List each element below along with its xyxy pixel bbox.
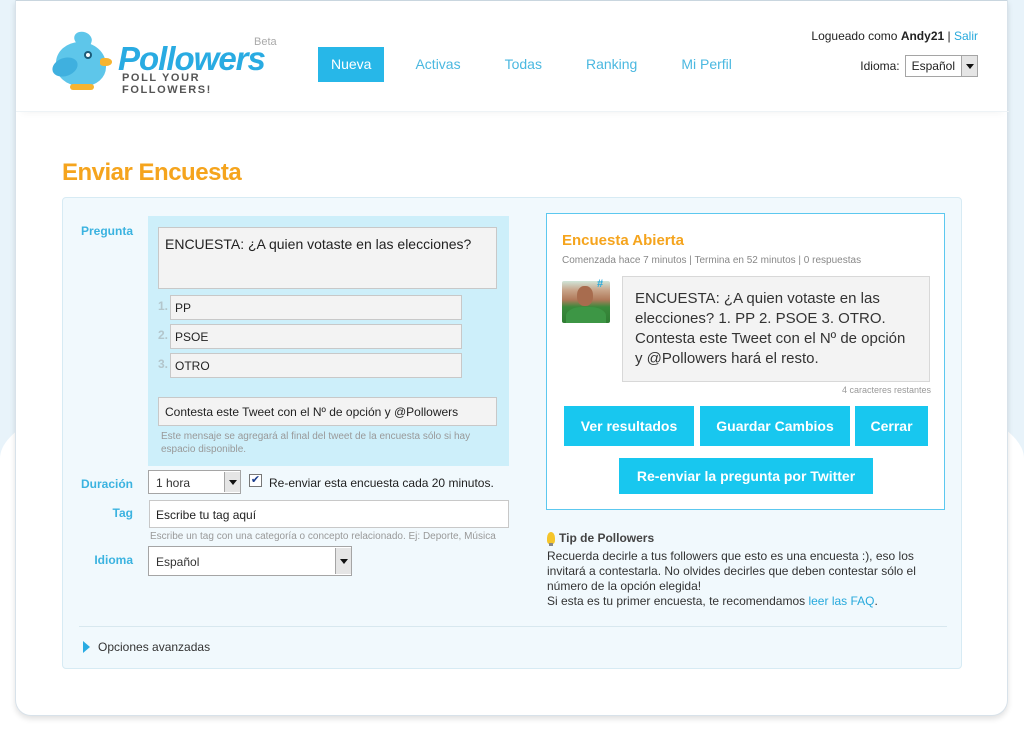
language-select[interactable]: Español <box>148 546 352 576</box>
tweet-preview: ENCUESTA: ¿A quien votaste en las elecci… <box>622 276 930 382</box>
language-field-label: Idioma <box>94 553 133 567</box>
suffix-note: Este mensaje se agregará al final del tw… <box>161 431 471 455</box>
nav-mi-perfil[interactable]: Mi Perfil <box>668 47 745 82</box>
option-number: 1. <box>157 299 168 313</box>
option-number: 2. <box>157 328 168 342</box>
chevron-down-icon <box>224 472 240 492</box>
option-row: 3. OTRO <box>154 353 474 378</box>
tip-title: Tip de Pollowers <box>547 531 655 546</box>
nav-ranking[interactable]: Ranking <box>573 47 650 82</box>
chevron-down-icon <box>961 56 977 76</box>
header-language: Idioma: Español <box>860 55 978 77</box>
nav-nueva[interactable]: Nueva <box>318 47 385 82</box>
advanced-options-toggle[interactable]: Opciones avanzadas <box>83 640 210 654</box>
page-container: Pollowers Beta POLL YOUR FOLLOWERS! Nuev… <box>15 0 1009 716</box>
duration-label: Duración <box>80 477 133 491</box>
question-box: ENCUESTA: ¿A quien votaste en las elecci… <box>148 216 509 466</box>
site-header: Pollowers Beta POLL YOUR FOLLOWERS! Nuev… <box>16 0 1009 112</box>
tip-text: Recuerda decirle a tus followers que est… <box>547 549 916 593</box>
option-row: 2. PSOE <box>154 324 474 349</box>
logo[interactable]: Pollowers Beta POLL YOUR FOLLOWERS! <box>49 26 285 96</box>
header-language-value: Español <box>911 59 955 73</box>
option-input[interactable]: OTRO <box>170 353 462 378</box>
poll-panel: Pregunta ENCUESTA: ¿A quien votaste en l… <box>62 197 962 669</box>
view-results-button[interactable]: Ver resultados <box>564 406 694 446</box>
preview-title: Encuesta Abierta <box>562 232 684 249</box>
logged-prefix: Logueado como <box>811 29 898 43</box>
resend-twitter-button[interactable]: Re-enviar la pregunta por Twitter <box>619 458 873 494</box>
tag-label: Tag <box>112 506 133 520</box>
bird-icon <box>49 26 114 92</box>
save-changes-button[interactable]: Guardar Cambios <box>700 406 850 446</box>
close-button[interactable]: Cerrar <box>855 406 928 446</box>
logout-link[interactable]: Salir <box>954 29 978 43</box>
suffix-input[interactable]: Contesta este Tweet con el Nº de opción … <box>158 397 497 426</box>
beta-badge: Beta <box>254 36 277 48</box>
tip-body: Recuerda decirle a tus followers que est… <box>547 549 947 609</box>
tip-title-text: Tip de Pollowers <box>559 531 655 545</box>
question-label: Pregunta <box>80 224 133 238</box>
tip-line2-suffix: . <box>874 594 878 608</box>
duration-select[interactable]: 1 hora <box>148 470 241 494</box>
chevron-right-icon <box>83 641 90 653</box>
language-label: Idioma: <box>860 59 900 73</box>
tagline: POLL YOUR FOLLOWERS! <box>122 72 212 96</box>
option-row: 1. PP <box>154 295 474 320</box>
question-input[interactable]: ENCUESTA: ¿A quien votaste en las elecci… <box>158 227 497 289</box>
username: Andy21 <box>900 29 945 43</box>
option-input[interactable]: PSOE <box>170 324 462 349</box>
main-nav: Nueva Activas Todas Ranking Mi Perfil <box>318 47 763 82</box>
header-language-select[interactable]: Español <box>904 55 978 77</box>
tag-note: Escribe un tag con una categoría o conce… <box>150 531 496 542</box>
hash-icon: # <box>597 278 604 290</box>
resend-checkbox[interactable]: ✔ <box>249 474 262 487</box>
user-bar: Logueado como Andy21 | Salir <box>811 29 978 43</box>
preview-meta: Comenzada hace 7 minutos | Termina en 52… <box>562 255 862 266</box>
page-title: Enviar Encuesta <box>62 159 242 186</box>
advanced-options-label: Opciones avanzadas <box>98 640 211 654</box>
poll-preview-card: Encuesta Abierta Comenzada hace 7 minuto… <box>546 213 945 510</box>
chars-remaining: 4 caracteres restantes <box>841 385 931 395</box>
nav-todas[interactable]: Todas <box>492 47 555 82</box>
lightbulb-icon <box>547 532 555 546</box>
divider <box>79 626 947 627</box>
faq-link[interactable]: leer las FAQ <box>808 594 874 608</box>
option-number: 3. <box>157 357 168 371</box>
nav-activas[interactable]: Activas <box>402 47 473 82</box>
language-select-value: Español <box>156 555 200 569</box>
option-input[interactable]: PP <box>170 295 462 320</box>
tag-input[interactable]: Escribe tu tag aquí <box>149 500 509 528</box>
separator: | <box>947 29 951 43</box>
duration-value: 1 hora <box>156 476 191 490</box>
chevron-down-icon <box>335 548 351 574</box>
tip-line2-prefix: Si esta es tu primer encuesta, te recome… <box>547 594 806 608</box>
resend-label: Re-enviar esta encuesta cada 20 minutos. <box>269 476 494 490</box>
